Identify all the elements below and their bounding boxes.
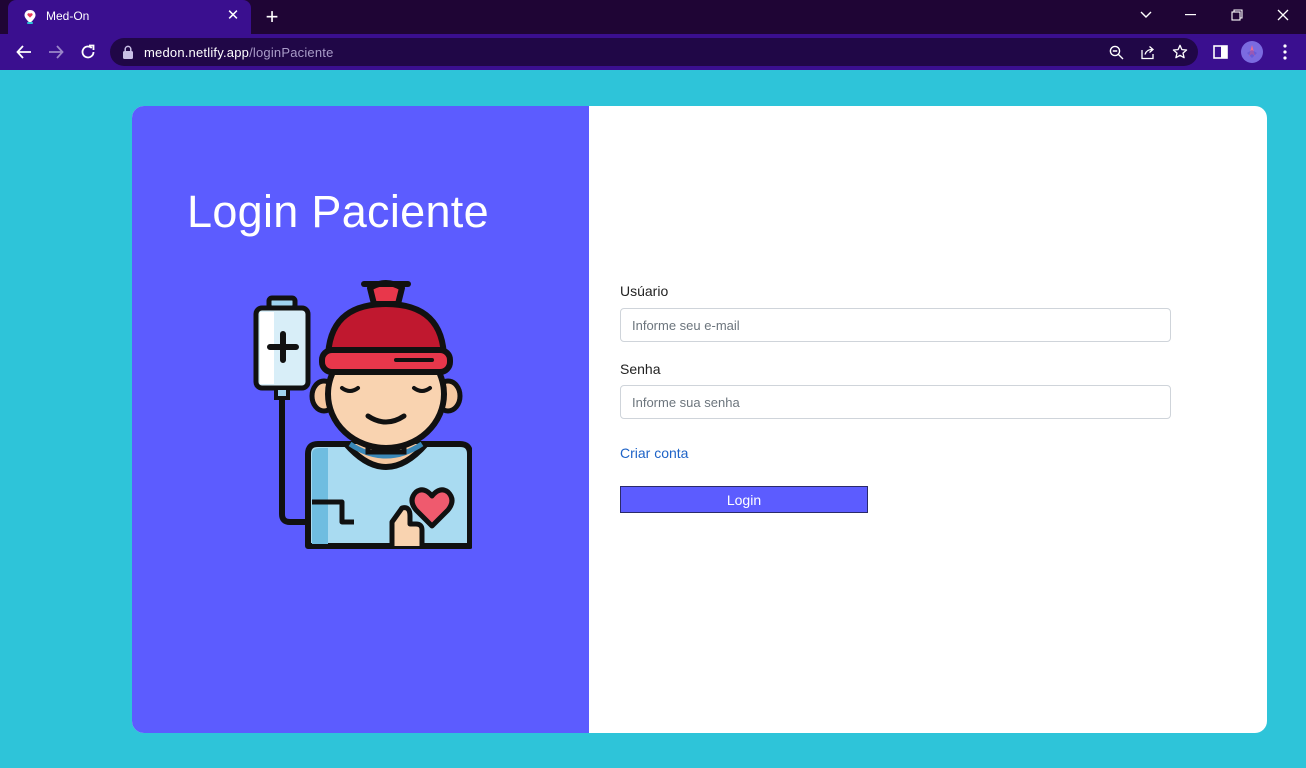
password-field[interactable]: [620, 385, 1171, 419]
address-bar[interactable]: medon.netlify.app/loginPaciente: [110, 38, 1198, 66]
hero-panel: Login Paciente: [132, 106, 589, 733]
close-icon[interactable]: ✕: [224, 7, 242, 25]
chevron-down-icon[interactable]: [1131, 4, 1161, 26]
login-button[interactable]: Login: [620, 486, 868, 513]
url-host: medon.netlify.app: [144, 45, 250, 60]
window-close-icon[interactable]: [1268, 4, 1298, 26]
share-icon[interactable]: [1139, 43, 1157, 61]
star-icon[interactable]: [1171, 43, 1189, 61]
reload-icon[interactable]: [77, 41, 99, 63]
browser-tab[interactable]: Med-On ✕: [8, 0, 251, 34]
forward-arrow-icon[interactable]: [45, 41, 67, 63]
username-label: Usúario: [620, 283, 669, 299]
restore-icon[interactable]: [1222, 4, 1252, 26]
login-card: Login Paciente Usúario Informe seu e-mai…: [132, 106, 1267, 733]
plus-icon[interactable]: +: [262, 6, 282, 28]
url-path: /loginPaciente: [249, 45, 334, 60]
email-field[interactable]: [620, 308, 1171, 342]
minimize-icon[interactable]: [1176, 4, 1206, 26]
zoom-icon[interactable]: [1107, 43, 1125, 61]
create-account-link[interactable]: Criar conta: [620, 445, 688, 461]
profile-avatar[interactable]: [1241, 41, 1263, 63]
med-on-favicon: [24, 10, 36, 24]
url-text[interactable]: medon.netlify.app/loginPaciente: [144, 45, 334, 60]
page-title: Login Paciente: [187, 186, 489, 237]
password-label: Senha: [620, 361, 661, 377]
tab-title: Med-On: [46, 9, 90, 23]
browser-toolbar: medon.netlify.app/loginPaciente: [0, 34, 1306, 70]
back-arrow-icon[interactable]: [13, 41, 35, 63]
side-panel-icon[interactable]: [1210, 42, 1230, 62]
kebab-menu-icon[interactable]: [1275, 42, 1295, 62]
tab-strip: Med-On ✕ +: [0, 0, 1306, 34]
lock-icon[interactable]: [122, 45, 134, 59]
patient-illustration: [253, 280, 472, 549]
